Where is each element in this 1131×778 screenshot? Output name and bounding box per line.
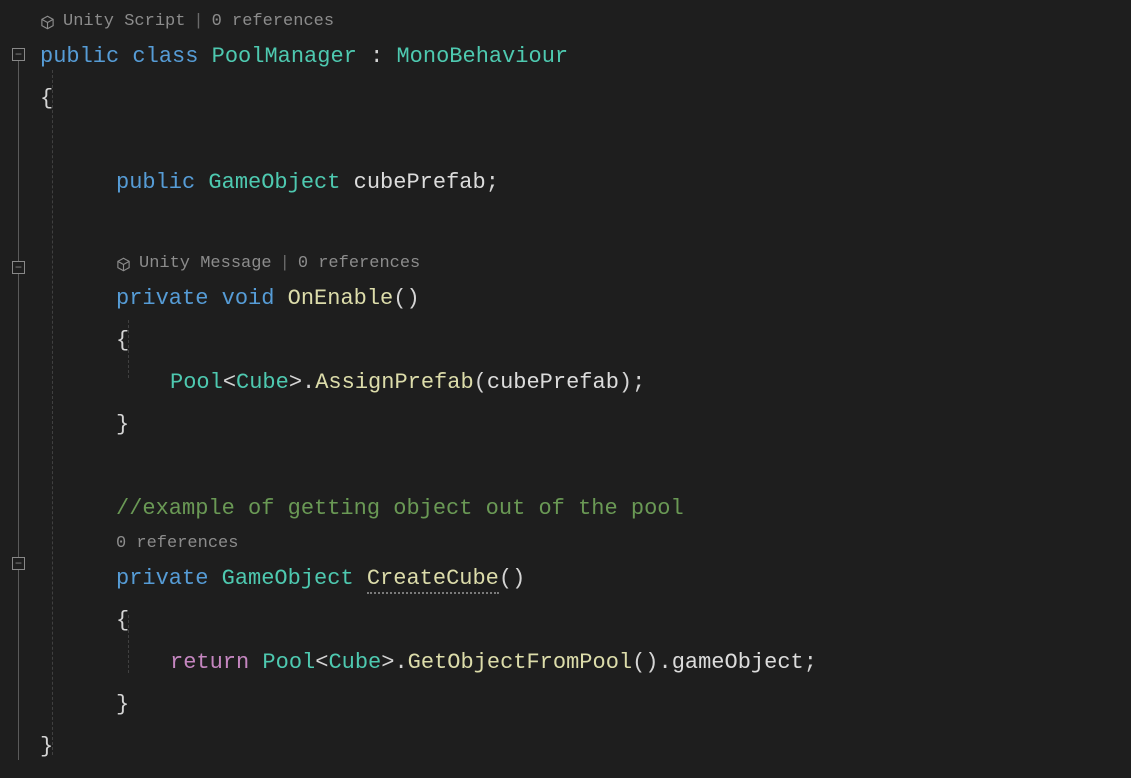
code-line[interactable]: } — [40, 726, 1131, 768]
method-getobjectfrompool: GetObjectFromPool — [408, 650, 632, 675]
property-gameobject: gameObject — [672, 650, 804, 675]
type-cube: Cube — [236, 370, 289, 395]
unity-icon — [116, 256, 131, 273]
code-line-blank[interactable] — [40, 120, 1131, 162]
code-editor: − − − Unity Script | 0 references public… — [0, 0, 1131, 778]
fold-toggle-class[interactable]: − — [12, 48, 25, 61]
method-createcube: CreateCube — [367, 566, 499, 594]
fold-toggle-createcube[interactable]: − — [12, 557, 25, 570]
code-line[interactable]: //example of getting object out of the p… — [40, 488, 1131, 530]
method-assignprefab: AssignPrefab — [315, 370, 473, 395]
brace-close: } — [116, 692, 129, 717]
codelens-class-label: Unity Script — [63, 8, 185, 36]
code-line[interactable]: { — [40, 600, 1131, 642]
comment: //example of getting object out of the p… — [116, 496, 684, 521]
keyword-private: private — [116, 286, 208, 311]
code-line[interactable]: return Pool<Cube>.GetObjectFromPool().ga… — [40, 642, 1131, 684]
keyword-class: class — [132, 44, 198, 69]
code-line[interactable]: Pool<Cube>.AssignPrefab(cubePrefab); — [40, 362, 1131, 404]
code-line-blank[interactable] — [40, 204, 1131, 246]
type-pool: Pool — [170, 370, 223, 395]
code-line[interactable]: } — [40, 404, 1131, 446]
type-poolmanager: PoolManager — [212, 44, 357, 69]
brace-close: } — [40, 734, 53, 759]
method-onenable: OnEnable — [288, 286, 394, 311]
keyword-public: public — [116, 170, 195, 195]
codelens-class-refs: 0 references — [212, 8, 334, 36]
code-line[interactable]: private GameObject CreateCube() — [40, 558, 1131, 600]
brace-open: { — [116, 608, 129, 633]
keyword-private: private — [116, 566, 208, 591]
outline-class — [18, 61, 19, 760]
brace-open: { — [40, 86, 53, 111]
gutter: − − − — [0, 0, 40, 778]
keyword-public: public — [40, 44, 119, 69]
codelens-separator: | — [193, 8, 203, 36]
code-line-blank[interactable] — [40, 446, 1131, 488]
code-line[interactable]: } — [40, 684, 1131, 726]
field-cubeprefab: cubePrefab — [354, 170, 486, 195]
type-monobehaviour: MonoBehaviour — [396, 44, 568, 69]
type-gameobject: GameObject — [208, 170, 340, 195]
codelens-onenable[interactable]: Unity Message | 0 references — [40, 250, 1131, 278]
codelens-createcube-refs: 0 references — [116, 530, 238, 558]
brace-close: } — [116, 412, 129, 437]
codelens-onenable-refs: 0 references — [298, 250, 420, 278]
unity-icon — [40, 14, 55, 31]
code-line[interactable]: { — [40, 78, 1131, 120]
code-line[interactable]: public GameObject cubePrefab; — [40, 162, 1131, 204]
code-line[interactable]: public class PoolManager : MonoBehaviour — [40, 36, 1131, 78]
code-line[interactable]: { — [40, 320, 1131, 362]
type-pool: Pool — [262, 650, 315, 675]
codelens-createcube[interactable]: 0 references — [40, 530, 1131, 558]
codelens-class[interactable]: Unity Script | 0 references — [40, 8, 1131, 36]
type-cube: Cube — [328, 650, 381, 675]
code-line[interactable]: private void OnEnable() — [40, 278, 1131, 320]
code-area[interactable]: Unity Script | 0 references public class… — [40, 0, 1131, 778]
fold-toggle-onenable[interactable]: − — [12, 261, 25, 274]
keyword-void: void — [222, 286, 275, 311]
codelens-separator: | — [280, 250, 290, 278]
type-gameobject: GameObject — [222, 566, 354, 591]
codelens-onenable-label: Unity Message — [139, 250, 272, 278]
arg-cubeprefab: cubePrefab — [487, 370, 619, 395]
brace-open: { — [116, 328, 129, 353]
keyword-return: return — [170, 650, 249, 675]
